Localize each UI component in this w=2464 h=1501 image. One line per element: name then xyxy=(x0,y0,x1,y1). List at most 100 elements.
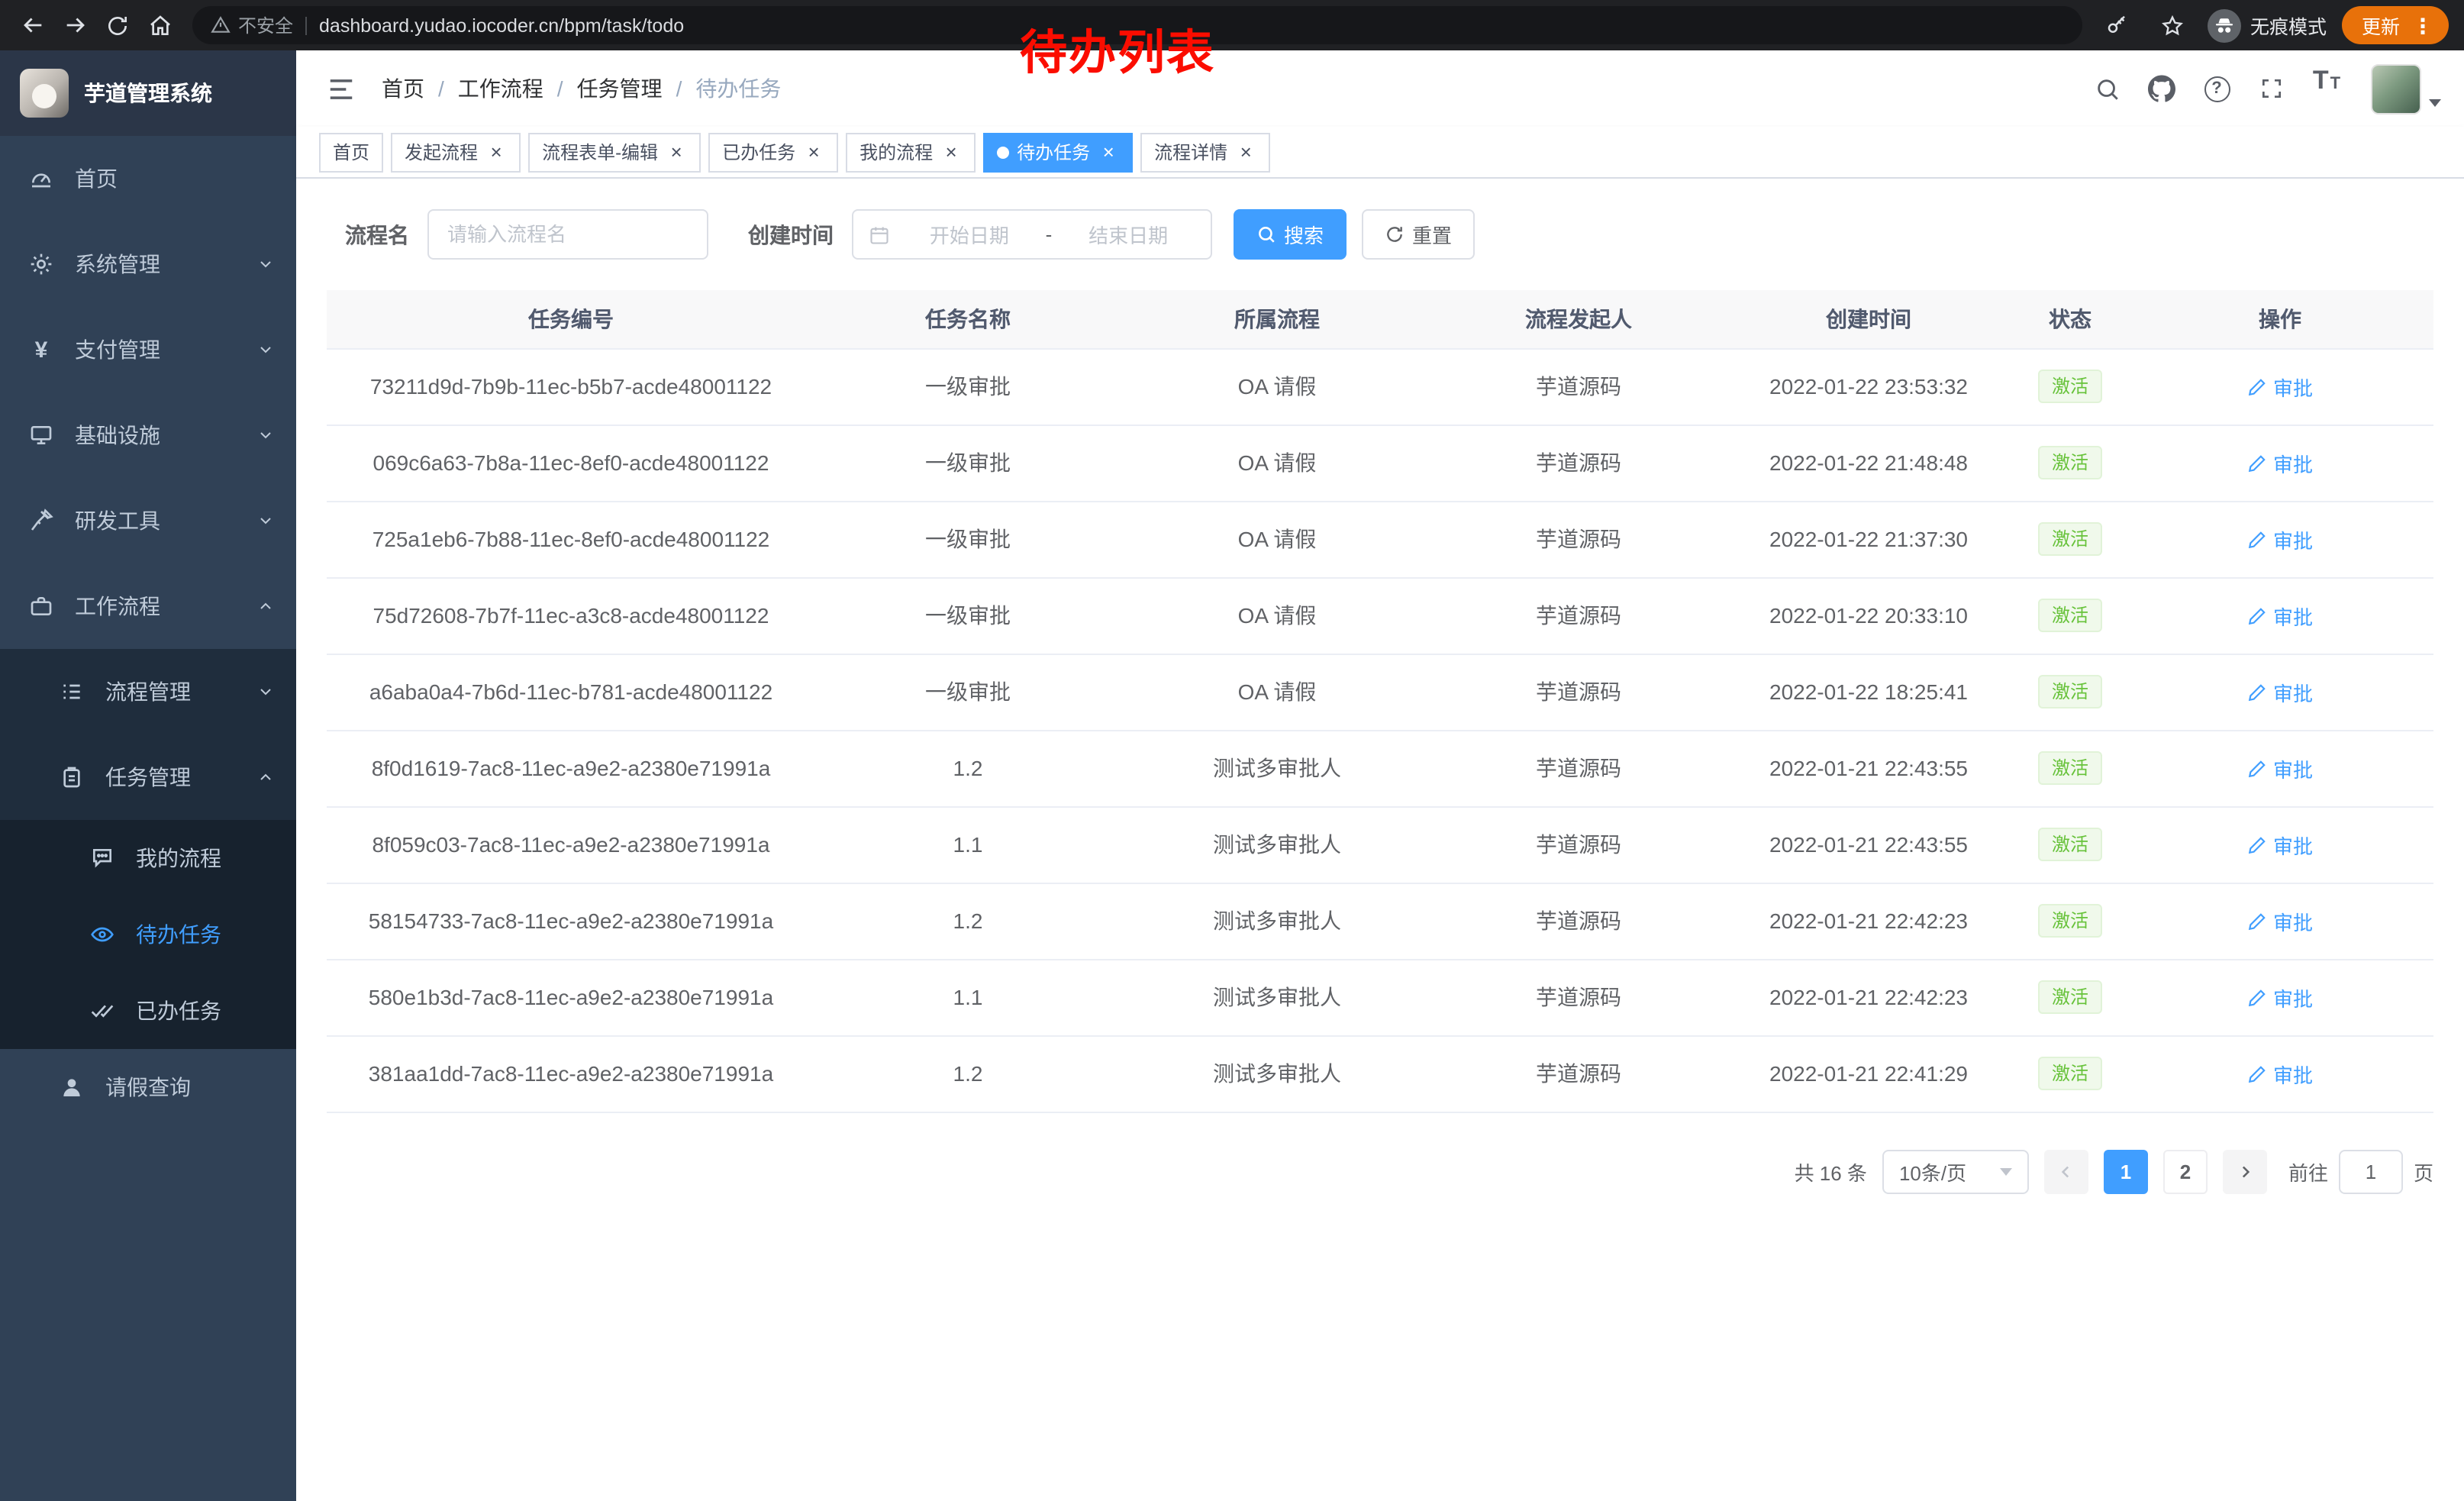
sidebar-item-system[interactable]: 系统管理 xyxy=(0,221,296,307)
tab-close-icon[interactable]: × xyxy=(1235,141,1256,163)
reload-icon[interactable] xyxy=(98,5,137,45)
help-icon[interactable]: ? xyxy=(2194,66,2240,111)
tab-close-icon[interactable]: × xyxy=(485,141,507,163)
breadcrumb-item[interactable]: 首页 xyxy=(382,73,424,104)
approve-button[interactable]: 审批 xyxy=(2247,677,2313,706)
sidebar-item-payment[interactable]: ¥ 支付管理 xyxy=(0,307,296,392)
search-button[interactable]: 搜索 xyxy=(1234,209,1346,260)
page-size-value: 10条/页 xyxy=(1899,1157,1966,1186)
task-id-cell: 069c6a63-7b8a-11ec-8ef0-acde48001122 xyxy=(327,424,815,501)
password-key-icon[interactable] xyxy=(2098,5,2137,45)
sidebar-toggle-icon[interactable] xyxy=(319,67,362,110)
bookmark-star-icon[interactable] xyxy=(2153,5,2192,45)
process-name-input[interactable] xyxy=(427,209,708,260)
prev-page-button[interactable] xyxy=(2044,1149,2088,1193)
sidebar-item-done-task[interactable]: 已办任务 xyxy=(0,973,296,1049)
page-button-2[interactable]: 2 xyxy=(2163,1149,2208,1193)
sidebar-item-devtools[interactable]: 研发工具 xyxy=(0,478,296,563)
task-name-cell: 1.2 xyxy=(815,883,1121,959)
page-button-1[interactable]: 1 xyxy=(2104,1149,2148,1193)
avatar[interactable] xyxy=(2371,63,2421,114)
tab-流程详情[interactable]: 流程详情× xyxy=(1140,132,1270,172)
status-badge: 激活 xyxy=(2038,446,2102,479)
task-name-cell: 1.2 xyxy=(815,1035,1121,1112)
status-cell: 激活 xyxy=(2014,501,2127,577)
page-size-select[interactable]: 10条/页 xyxy=(1882,1149,2029,1193)
task-name-cell: 一级审批 xyxy=(815,501,1121,577)
action-cell: 审批 xyxy=(2127,577,2433,654)
github-icon[interactable] xyxy=(2139,66,2185,111)
tab-close-icon[interactable]: × xyxy=(940,141,962,163)
browser-menu-icon[interactable]: ⋮ xyxy=(2412,15,2433,36)
approve-button[interactable]: 审批 xyxy=(2247,372,2313,401)
range-separator: - xyxy=(1043,223,1056,246)
table-row: 58154733-7ac8-11ec-a9e2-a2380e71991a1.2测… xyxy=(327,883,2433,959)
tab-close-icon[interactable]: × xyxy=(803,141,824,163)
fullscreen-icon[interactable] xyxy=(2249,66,2295,111)
address-bar[interactable]: 不安全 dashboard.yudao.iocoder.cn/bpm/task/… xyxy=(192,6,2082,44)
tab-已办任务[interactable]: 已办任务× xyxy=(708,132,838,172)
approve-label: 审批 xyxy=(2273,754,2313,783)
approve-button[interactable]: 审批 xyxy=(2247,601,2313,630)
user-menu[interactable] xyxy=(2371,63,2441,114)
security-status[interactable]: 不安全 xyxy=(211,12,293,38)
approve-button[interactable]: 审批 xyxy=(2247,448,2313,477)
approve-button[interactable]: 审批 xyxy=(2247,1059,2313,1088)
sidebar-item-my-process[interactable]: 我的流程 xyxy=(0,820,296,896)
tab-首页[interactable]: 首页 xyxy=(319,132,383,172)
search-button-label: 搜索 xyxy=(1284,220,1324,249)
process-cell: 测试多审批人 xyxy=(1121,1035,1434,1112)
breadcrumb-item[interactable]: 工作流程 xyxy=(458,73,543,104)
sidebar-item-leave-query[interactable]: 请假查询 xyxy=(0,1049,296,1125)
chevron-down-icon xyxy=(256,426,275,444)
breadcrumb-item[interactable]: 任务管理 xyxy=(577,73,663,104)
app-logo[interactable]: 芋道管理系统 xyxy=(0,50,296,136)
status-badge: 激活 xyxy=(2038,904,2102,938)
task-name-cell: 1.2 xyxy=(815,730,1121,806)
task-name-cell: 1.1 xyxy=(815,806,1121,883)
approve-button[interactable]: 审批 xyxy=(2247,754,2313,783)
chevron-right-icon xyxy=(2235,1161,2255,1181)
sidebar-item-process-mgmt[interactable]: 流程管理 xyxy=(0,649,296,734)
status-cell: 激活 xyxy=(2014,959,2127,1035)
start-date-placeholder[interactable]: 开始日期 xyxy=(902,220,1037,249)
approve-button[interactable]: 审批 xyxy=(2247,525,2313,554)
chrome-controls: 无痕模式 更新 ⋮ xyxy=(2095,5,2452,45)
search-icon[interactable] xyxy=(2084,66,2130,111)
edit-icon xyxy=(2247,605,2267,625)
action-cell: 审批 xyxy=(2127,1035,2433,1112)
tab-我的流程[interactable]: 我的流程× xyxy=(846,132,976,172)
created-time-cell: 2022-01-21 22:43:55 xyxy=(1724,806,2014,883)
tab-close-icon[interactable]: × xyxy=(1098,141,1119,163)
sidebar-item-todo-task[interactable]: 待办任务 xyxy=(0,896,296,973)
home-icon[interactable] xyxy=(140,5,180,45)
sidebar-item-home[interactable]: 首页 xyxy=(0,136,296,221)
back-icon[interactable] xyxy=(12,5,52,45)
process-cell: 测试多审批人 xyxy=(1121,730,1434,806)
update-button[interactable]: 更新 ⋮ xyxy=(2342,6,2449,44)
approve-button[interactable]: 审批 xyxy=(2247,830,2313,859)
process-cell: OA 请假 xyxy=(1121,424,1434,501)
next-page-button[interactable] xyxy=(2223,1149,2267,1193)
yen-icon: ¥ xyxy=(27,336,55,363)
sidebar-item-task-mgmt[interactable]: 任务管理 xyxy=(0,734,296,820)
navbar: 首页 / 工作流程 / 任务管理 / 待办任务 ? xyxy=(296,50,2464,127)
approve-label: 审批 xyxy=(2273,372,2313,401)
approve-button[interactable]: 审批 xyxy=(2247,906,2313,935)
created-time-cell: 2022-01-22 21:37:30 xyxy=(1724,501,2014,577)
approve-button[interactable]: 审批 xyxy=(2247,983,2313,1012)
tab-发起流程[interactable]: 发起流程× xyxy=(391,132,521,172)
initiator-cell: 芋道源码 xyxy=(1434,577,1724,654)
forward-icon[interactable] xyxy=(55,5,95,45)
end-date-placeholder[interactable]: 结束日期 xyxy=(1061,220,1195,249)
process-cell: OA 请假 xyxy=(1121,348,1434,424)
goto-page-input[interactable] xyxy=(2339,1149,2403,1193)
reset-button[interactable]: 重置 xyxy=(1362,209,1475,260)
date-range-picker[interactable]: 开始日期 - 结束日期 xyxy=(852,209,1212,260)
tab-流程表单-编辑[interactable]: 流程表单-编辑× xyxy=(528,132,701,172)
font-size-icon[interactable]: T T xyxy=(2304,66,2350,111)
sidebar-item-infra[interactable]: 基础设施 xyxy=(0,392,296,478)
tab-close-icon[interactable]: × xyxy=(666,141,687,163)
tab-待办任务[interactable]: 待办任务× xyxy=(983,132,1133,172)
sidebar-item-workflow[interactable]: 工作流程 xyxy=(0,563,296,649)
